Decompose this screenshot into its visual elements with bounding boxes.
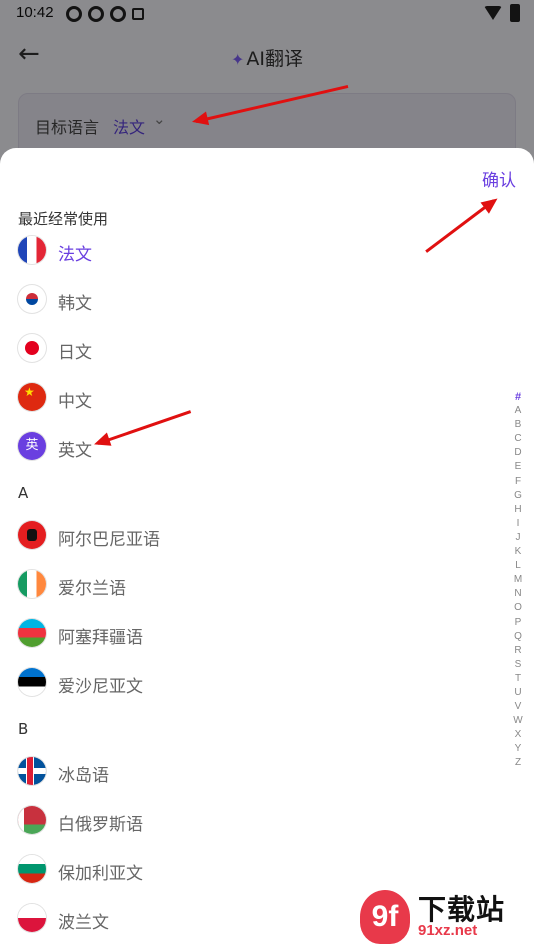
alphabet-index-letter[interactable]: L — [510, 559, 526, 573]
alphabet-index-letter[interactable]: D — [510, 446, 526, 460]
iceland-flag-icon — [18, 757, 46, 785]
alphabet-index-letter[interactable]: W — [510, 714, 526, 728]
language-item-bulgarian[interactable]: 保加利亚文 — [0, 851, 500, 891]
poland-flag-icon — [18, 904, 46, 932]
alphabet-index-letter[interactable]: B — [510, 418, 526, 432]
belarus-flag-icon — [18, 806, 46, 834]
estonia-flag-icon — [18, 668, 46, 696]
language-name: 爱尔兰语 — [58, 579, 126, 599]
azerbaijan-flag-icon — [18, 619, 46, 647]
watermark-url: 91xz.net — [418, 922, 478, 939]
alphabet-index-letter[interactable]: I — [510, 517, 526, 531]
japan-flag-icon — [18, 334, 46, 362]
alphabet-index-letter[interactable]: K — [510, 545, 526, 559]
watermark: 9f 下载站 91xz.net — [360, 888, 530, 948]
language-name: 阿塞拜疆语 — [58, 628, 143, 648]
alphabet-index-letter[interactable]: X — [510, 728, 526, 742]
korea-flag-icon — [18, 285, 46, 313]
alphabet-index-letter[interactable]: N — [510, 587, 526, 601]
language-name: 保加利亚文 — [58, 864, 143, 884]
alphabet-index-letter[interactable]: E — [510, 460, 526, 474]
alphabet-index-letter[interactable]: V — [510, 700, 526, 714]
language-item-azerbaijani[interactable]: 阿塞拜疆语 — [0, 615, 500, 655]
alphabet-index-letter[interactable]: U — [510, 686, 526, 700]
language-item-japanese[interactable]: 日文 — [0, 330, 500, 370]
language-name: 爱沙尼亚文 — [58, 677, 143, 697]
language-picker-sheet: 确认 最近经常使用 法文 韩文 日文 中文 英 英文 A 阿尔巴尼亚语 爱尔兰语… — [0, 148, 534, 950]
watermark-logo-icon: 9f — [360, 890, 410, 944]
section-title-b: B — [18, 720, 29, 738]
section-title-recent: 最近经常使用 — [18, 210, 109, 228]
alphabet-index-letter[interactable]: Y — [510, 742, 526, 756]
alphabet-index-letter[interactable]: P — [510, 616, 526, 630]
ireland-flag-icon — [18, 570, 46, 598]
confirm-button[interactable]: 确认 — [482, 166, 516, 191]
language-item-belarusian[interactable]: 白俄罗斯语 — [0, 802, 500, 842]
alphabet-index-letter[interactable]: A — [510, 404, 526, 418]
france-flag-icon — [18, 236, 46, 264]
alphabet-index-letter[interactable]: # — [510, 390, 526, 404]
language-name: 英文 — [58, 441, 92, 461]
language-item-irish[interactable]: 爱尔兰语 — [0, 566, 500, 606]
alphabet-index-letter[interactable]: H — [510, 503, 526, 517]
alphabet-index-letter[interactable]: F — [510, 475, 526, 489]
alphabet-index-letter[interactable]: Z — [510, 756, 526, 770]
language-name: 法文 — [58, 245, 92, 265]
language-item-korean[interactable]: 韩文 — [0, 281, 500, 321]
language-item-english[interactable]: 英 英文 — [0, 428, 500, 468]
section-title-a: A — [18, 484, 29, 502]
language-item-estonian[interactable]: 爱沙尼亚文 — [0, 664, 500, 704]
alphabet-index-letter[interactable]: T — [510, 672, 526, 686]
language-name: 中文 — [58, 392, 92, 412]
english-badge-icon: 英 — [18, 432, 46, 460]
language-item-icelandic[interactable]: 冰岛语 — [0, 753, 500, 793]
albania-flag-icon — [18, 521, 46, 549]
language-name: 波兰文 — [58, 913, 109, 933]
alphabet-index-letter[interactable]: C — [510, 432, 526, 446]
alphabet-index-letter[interactable]: S — [510, 658, 526, 672]
bulgaria-flag-icon — [18, 855, 46, 883]
language-name: 阿尔巴尼亚语 — [58, 530, 160, 550]
language-item-albanian[interactable]: 阿尔巴尼亚语 — [0, 517, 500, 557]
alphabet-index-letter[interactable]: J — [510, 531, 526, 545]
china-flag-icon — [18, 383, 46, 411]
alphabet-index-letter[interactable]: R — [510, 644, 526, 658]
language-name: 韩文 — [58, 294, 92, 314]
language-name: 日文 — [58, 343, 92, 363]
alphabet-index-letter[interactable]: O — [510, 601, 526, 615]
language-name: 冰岛语 — [58, 766, 109, 786]
language-item-french[interactable]: 法文 — [0, 232, 500, 272]
alphabet-index-letter[interactable]: M — [510, 573, 526, 587]
alphabet-index-letter[interactable]: G — [510, 489, 526, 503]
language-name: 白俄罗斯语 — [58, 815, 143, 835]
alphabet-index-letter[interactable]: Q — [510, 630, 526, 644]
alphabet-index[interactable]: # A B C D E F G H I J K L M N O P Q R S … — [510, 390, 526, 771]
language-item-chinese[interactable]: 中文 — [0, 379, 500, 419]
